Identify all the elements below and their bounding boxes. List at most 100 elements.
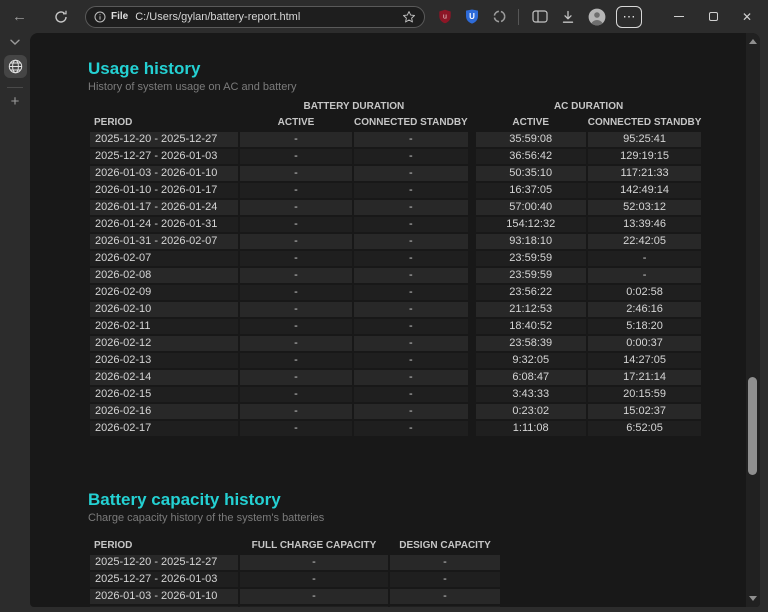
- column-gap: [470, 302, 474, 317]
- table-row: 2026-02-09--23:56:220:02:58: [90, 285, 701, 300]
- column-gap: [470, 370, 474, 385]
- table-row: 2026-02-17--1:11:086:52:05: [90, 421, 701, 436]
- browser-toolbar: ← File C:/Users/gylan/battery-report.htm…: [0, 0, 768, 33]
- period-cell: 2025-12-27 - 2026-01-03: [90, 149, 238, 164]
- chevron-down-icon[interactable]: [9, 38, 21, 46]
- value-cell: -: [390, 606, 500, 607]
- value-cell: -: [240, 217, 352, 232]
- column-gap: [470, 319, 474, 334]
- col-full-charge-capacity: FULL CHARGE CAPACITY: [240, 539, 388, 553]
- period-cell: 2026-01-24 - 2026-01-31: [90, 217, 238, 232]
- value-cell: 50:35:10: [476, 166, 586, 181]
- close-button[interactable]: ✕: [730, 2, 764, 32]
- value-cell: 23:58:39: [476, 336, 586, 351]
- column-gap: [470, 404, 474, 419]
- battery-capacity-section: Battery capacity history Charge capacity…: [88, 490, 760, 607]
- value-cell: -: [390, 589, 500, 604]
- value-cell: 14:27:05: [588, 353, 702, 368]
- period-cell: 2026-01-03 - 2026-01-10: [90, 166, 238, 181]
- column-gap: [470, 132, 474, 147]
- table-row: 2025-12-27 - 2026-01-03--: [90, 572, 500, 587]
- table-row: 2026-02-08--23:59:59-: [90, 268, 701, 283]
- table-row: 2025-12-27 - 2026-01-03--36:56:42129:19:…: [90, 149, 701, 164]
- column-gap: [470, 234, 474, 249]
- value-cell: -: [240, 319, 352, 334]
- maximize-button[interactable]: [696, 2, 730, 32]
- vertical-scrollbar[interactable]: [746, 33, 760, 607]
- period-cell: 2026-02-07: [90, 251, 238, 266]
- value-cell: -: [354, 200, 468, 215]
- extension-icon[interactable]: [492, 9, 507, 24]
- table-row: 2026-02-16--0:23:0215:02:37: [90, 404, 701, 419]
- password-manager-extension-icon[interactable]: U: [465, 9, 479, 24]
- value-cell: -: [240, 353, 352, 368]
- value-cell: 2:46:16: [588, 302, 702, 317]
- value-cell: 22:42:05: [588, 234, 702, 249]
- refresh-button[interactable]: [54, 10, 68, 24]
- value-cell: 23:59:59: [476, 268, 586, 283]
- value-cell: 6:08:47: [476, 370, 586, 385]
- scroll-up-arrow[interactable]: [749, 39, 757, 44]
- app-menu-button[interactable]: ⋯: [616, 6, 642, 28]
- value-cell: 20:15:59: [588, 387, 702, 402]
- value-cell: 0:02:58: [588, 285, 702, 300]
- sidebar-toggle-icon[interactable]: [532, 10, 548, 23]
- value-cell: 5:18:20: [588, 319, 702, 334]
- new-tab-button[interactable]: +: [11, 93, 20, 110]
- table-row: 2026-02-15--3:43:3320:15:59: [90, 387, 701, 402]
- value-cell: 17:21:14: [588, 370, 702, 385]
- adblock-extension-icon[interactable]: u: [438, 9, 452, 24]
- active-tab-button[interactable]: [4, 55, 27, 78]
- value-cell: -: [240, 572, 388, 587]
- bookmark-star-icon[interactable]: [402, 10, 416, 24]
- table-row: 2026-01-03 - 2026-01-10--50:35:10117:21:…: [90, 166, 701, 181]
- scrollbar-thumb[interactable]: [748, 377, 757, 475]
- usage-history-table: BATTERY DURATION AC DURATION PERIOD ACTI…: [88, 98, 703, 438]
- table-row: 2026-02-07--23:59:59-: [90, 251, 701, 266]
- minimize-button[interactable]: [662, 2, 696, 32]
- value-cell: -: [240, 251, 352, 266]
- table-row: 2026-01-10 - 2026-01-17--: [90, 606, 500, 607]
- column-gap: [470, 421, 474, 436]
- col-design-capacity: DESIGN CAPACITY: [390, 539, 500, 553]
- value-cell: 23:56:22: [476, 285, 586, 300]
- value-cell: 1:11:08: [476, 421, 586, 436]
- value-cell: 16:37:05: [476, 183, 586, 198]
- group-header-row: BATTERY DURATION AC DURATION: [90, 100, 701, 114]
- value-cell: -: [588, 251, 702, 266]
- table-row: 2026-02-14--6:08:4717:21:14: [90, 370, 701, 385]
- value-cell: 6:52:05: [588, 421, 702, 436]
- value-cell: -: [588, 268, 702, 283]
- address-bar[interactable]: File C:/Users/gylan/battery-report.html: [85, 6, 425, 28]
- value-cell: -: [354, 251, 468, 266]
- back-button[interactable]: ←: [12, 8, 27, 25]
- column-header-row: PERIOD ACTIVE CONNECTED STANDBY ACTIVE C…: [90, 116, 701, 130]
- url-text: C:/Users/gylan/battery-report.html: [135, 11, 300, 23]
- column-gap: [470, 149, 474, 164]
- table-row: 2026-01-31 - 2026-02-07--93:18:1022:42:0…: [90, 234, 701, 249]
- value-cell: -: [354, 285, 468, 300]
- table-row: 2026-01-03 - 2026-01-10--: [90, 589, 500, 604]
- value-cell: -: [354, 132, 468, 147]
- info-icon[interactable]: [94, 11, 106, 23]
- downloads-icon[interactable]: [561, 10, 575, 24]
- value-cell: -: [354, 166, 468, 181]
- value-cell: -: [240, 370, 352, 385]
- value-cell: -: [354, 404, 468, 419]
- period-cell: 2025-12-20 - 2025-12-27: [90, 555, 238, 570]
- profile-avatar[interactable]: [588, 8, 606, 26]
- scroll-down-arrow[interactable]: [749, 596, 757, 601]
- value-cell: -: [240, 387, 352, 402]
- value-cell: 0:23:02: [476, 404, 586, 419]
- col-ac-active: ACTIVE: [476, 116, 586, 130]
- value-cell: -: [354, 370, 468, 385]
- period-cell: 2025-12-20 - 2025-12-27: [90, 132, 238, 147]
- table-row: 2026-01-10 - 2026-01-17--16:37:05142:49:…: [90, 183, 701, 198]
- value-cell: 117:21:33: [588, 166, 702, 181]
- svg-text:U: U: [469, 12, 475, 21]
- toolbar-divider: [518, 9, 519, 25]
- value-cell: 57:00:40: [476, 200, 586, 215]
- value-cell: -: [240, 132, 352, 147]
- value-cell: -: [240, 336, 352, 351]
- value-cell: -: [354, 353, 468, 368]
